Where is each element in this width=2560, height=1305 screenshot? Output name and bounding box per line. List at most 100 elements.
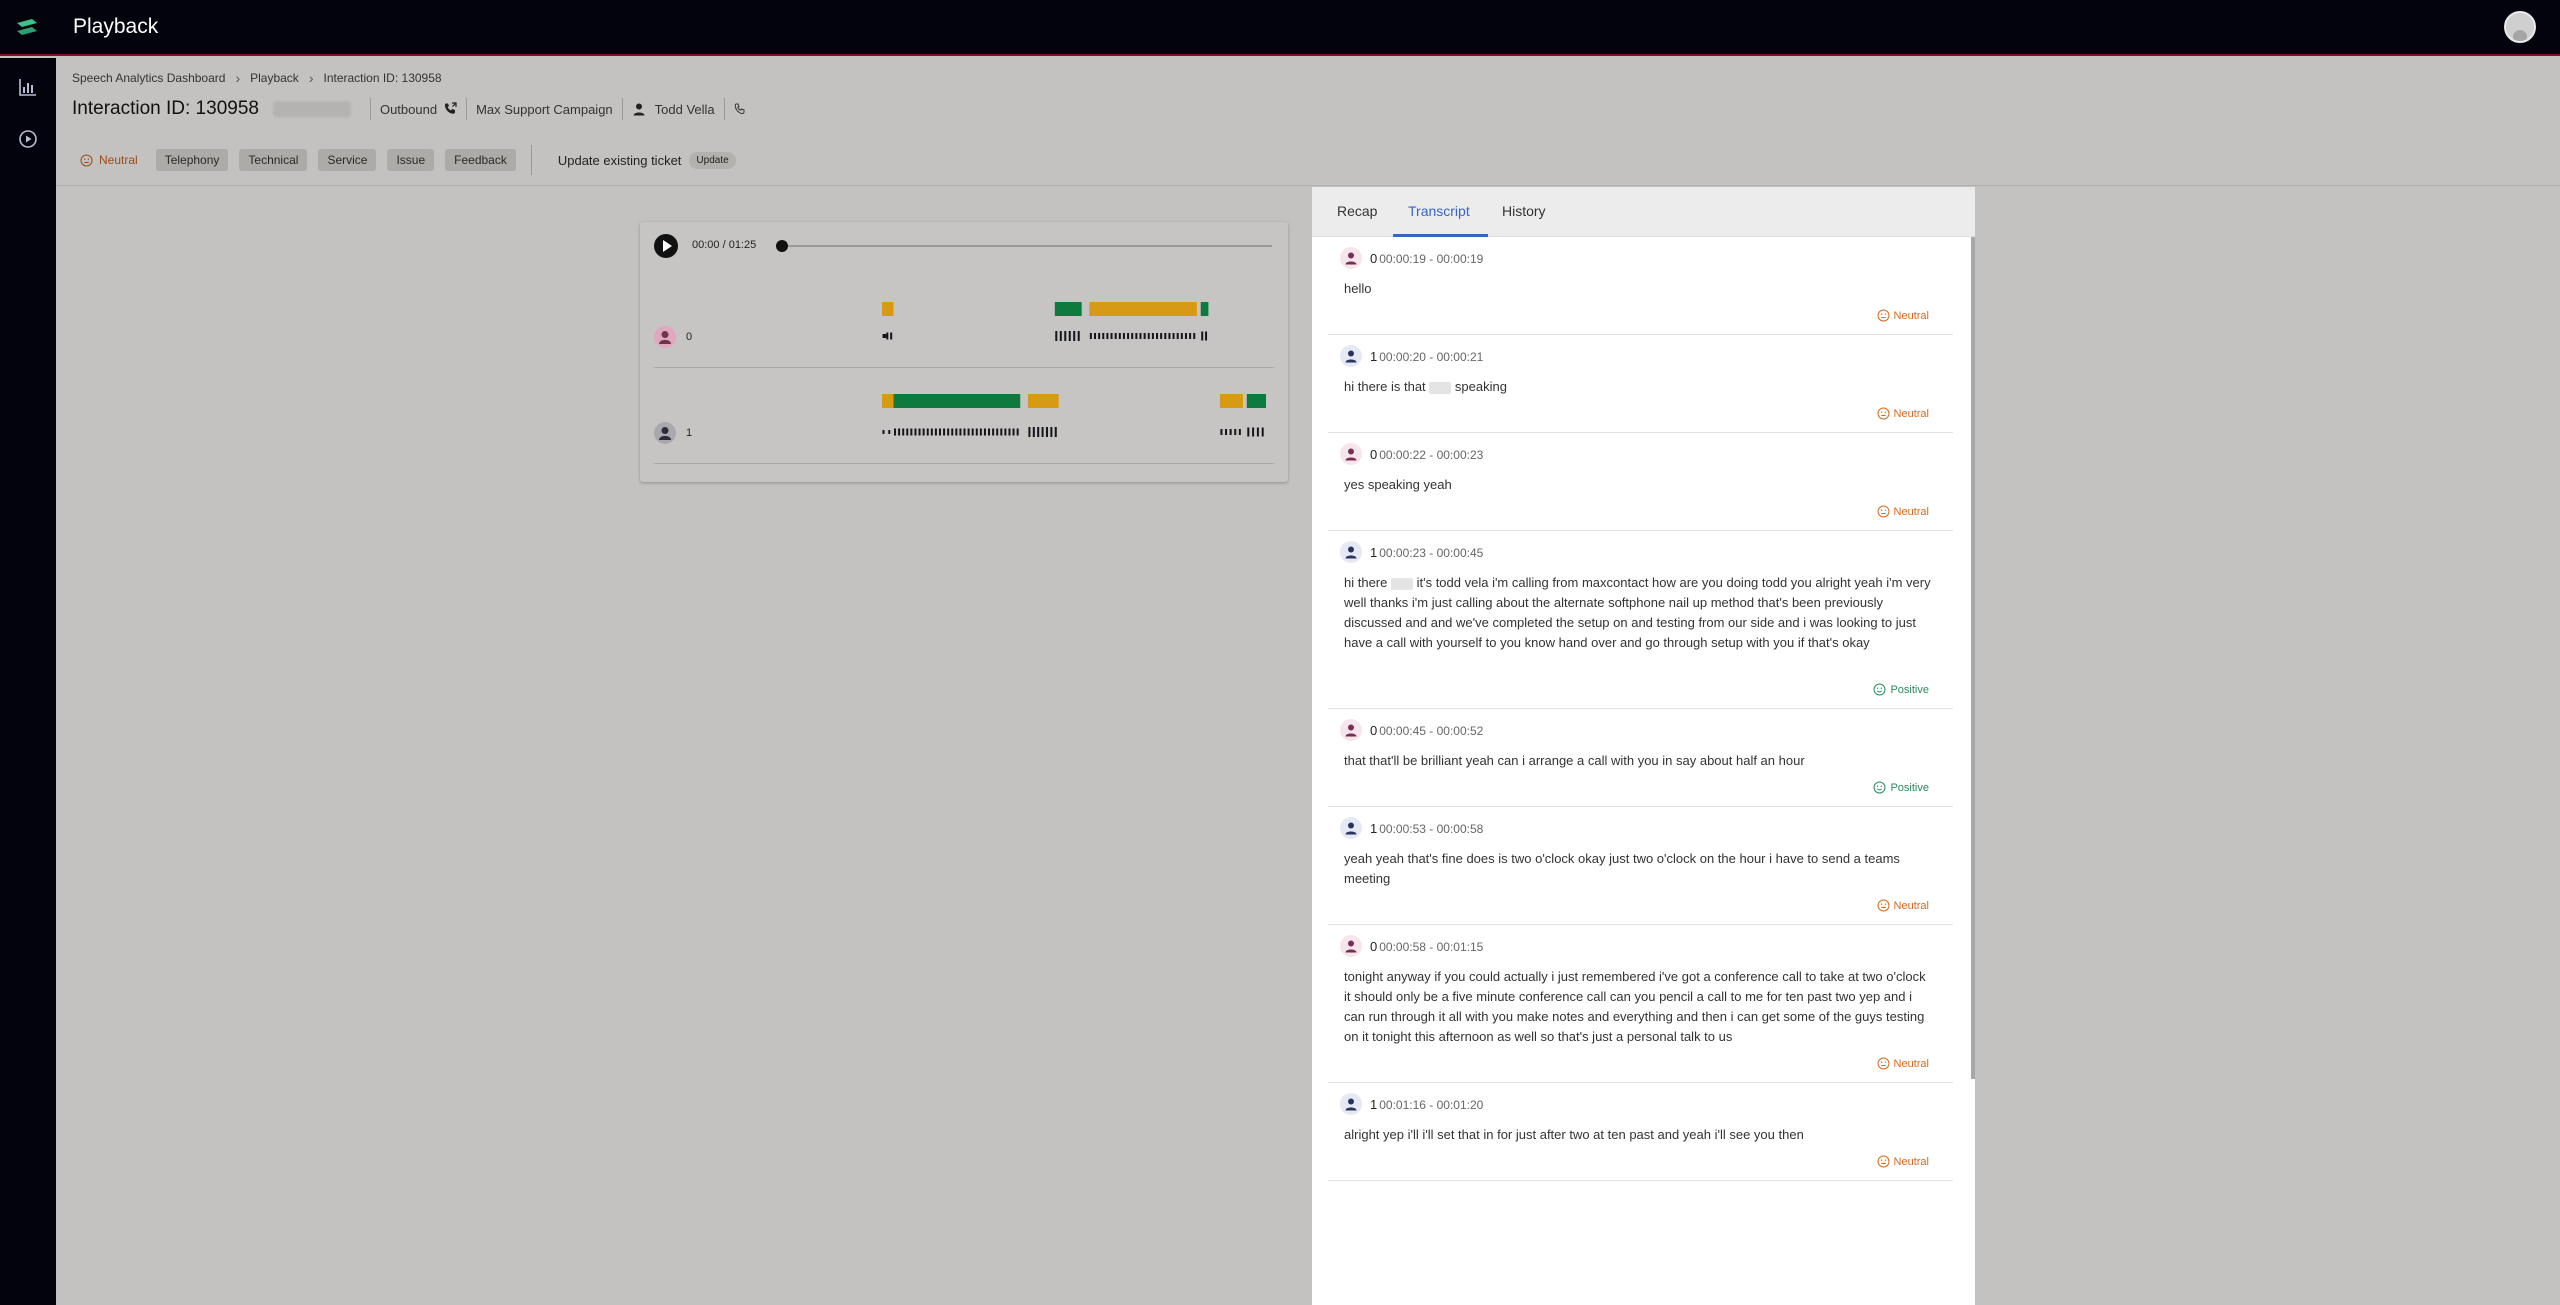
bar-chart-icon[interactable]	[17, 76, 39, 98]
waveform-tick	[1106, 333, 1109, 339]
entry-timestamp[interactable]: 00:00:53 - 00:00:58	[1379, 822, 1483, 836]
waveform-tick	[951, 428, 954, 436]
redacted-name	[1429, 381, 1452, 394]
waveform-tick	[1037, 427, 1040, 437]
neutral-face-icon	[1877, 505, 1890, 518]
tag-chip-service[interactable]: Service	[318, 149, 377, 171]
entry-timestamp[interactable]: 00:00:45 - 00:00:52	[1379, 724, 1483, 738]
waveform-tick	[1131, 333, 1134, 339]
sentiment-segment[interactable]	[1246, 394, 1266, 408]
entry-sentiment-label: Neutral	[1893, 309, 1929, 322]
waveform-tick	[1247, 427, 1250, 437]
entry-speaker: 1	[1370, 545, 1378, 560]
positive-face-icon	[1873, 781, 1886, 794]
waveform-tick	[1089, 333, 1092, 339]
transcript-entry[interactable]: 1 00:00:53 - 00:00:58 yeah yeah that's fin…	[1328, 807, 1953, 925]
waveform-tick	[1098, 333, 1101, 339]
transcript-entry[interactable]: 1 00:00:20 - 00:00:21 hi there is that spe…	[1328, 335, 1953, 433]
transcript-entry[interactable]: 0 00:00:58 - 00:01:15 tonight anyway if yo…	[1328, 925, 1953, 1083]
tag-chip-telephony[interactable]: Telephony	[155, 149, 229, 171]
entry-text: yeah yeah that's fine does is two o'cloc…	[1344, 851, 1900, 886]
transcript-entry[interactable]: 1 00:00:23 - 00:00:45 hi there it's todd v…	[1328, 531, 1953, 709]
tab-history[interactable]: History	[1502, 203, 1546, 219]
breadcrumb-dashboard[interactable]: Speech Analytics Dashboard	[72, 71, 225, 85]
waveform-tick	[1059, 331, 1062, 341]
waveform-tick	[1205, 331, 1208, 341]
seek-bar[interactable]	[776, 240, 1272, 252]
waveform-tick	[1164, 333, 1167, 339]
tab-transcript[interactable]: Transcript	[1408, 203, 1470, 219]
waveform-tick	[979, 428, 982, 436]
waveform-tick	[1055, 331, 1058, 341]
entry-timestamp[interactable]: 00:01:16 - 00:01:20	[1379, 1098, 1483, 1112]
waveform-tick	[1073, 331, 1076, 341]
waveform-tick	[888, 430, 891, 434]
waveform-tick	[1225, 429, 1228, 435]
entry-sentiment-label: Neutral	[1893, 1057, 1929, 1070]
speaker-avatar	[1340, 719, 1362, 741]
waveform-tick	[882, 430, 885, 434]
speaker-1-timeline[interactable]	[654, 380, 1274, 464]
transcript-entry[interactable]: 1 00:01:16 - 00:01:20 alright yep i'll i'l…	[1328, 1083, 1953, 1181]
transcript-entry[interactable]: 0 00:00:22 - 00:00:23 yes speaking yeah Neu…	[1328, 433, 1953, 531]
sentiment-segment[interactable]	[882, 394, 894, 408]
seek-handle[interactable]	[776, 240, 788, 252]
entry-header: 1 00:00:53 - 00:00:58	[1370, 821, 1483, 836]
update-ticket-label: Update existing ticket	[557, 152, 682, 168]
waveform-tick	[1118, 333, 1121, 339]
waveform-tick	[1193, 333, 1196, 339]
tab-recap[interactable]: Recap	[1337, 203, 1377, 219]
sentiment-segment[interactable]	[893, 394, 1021, 408]
waveform-tick	[1220, 429, 1223, 435]
entry-speaker: 0	[1370, 939, 1378, 954]
sentiment-segment[interactable]	[882, 302, 886, 316]
entry-timestamp[interactable]: 00:00:22 - 00:00:23	[1379, 448, 1483, 462]
entry-sentiment-label: Neutral	[1893, 505, 1929, 518]
play-button[interactable]	[654, 234, 678, 258]
entry-timestamp[interactable]: 00:00:58 - 00:01:15	[1379, 940, 1483, 954]
person-icon	[1345, 252, 1357, 265]
waveform-tick	[1016, 428, 1019, 436]
waveform-tick	[967, 428, 970, 436]
person-icon	[633, 103, 645, 116]
entry-speaker: 1	[1370, 349, 1378, 364]
sentiment-segment[interactable]	[1200, 302, 1209, 316]
waveform-tick	[1168, 333, 1171, 339]
tag-chip-issue[interactable]: Issue	[387, 149, 435, 171]
transcript-panel: Recap Transcript History 0 00:00:19 - 00:…	[1312, 187, 1975, 1305]
transcript-entry[interactable]: 0 00:00:45 - 00:00:52 that that'll be bril…	[1328, 709, 1953, 807]
sentiment-segment[interactable]	[885, 302, 894, 316]
tag-chip-technical[interactable]: Technical	[239, 149, 308, 171]
sentiment-segment[interactable]	[1027, 394, 1059, 408]
sentiment-segment[interactable]	[1219, 394, 1243, 408]
breadcrumb-interaction: Interaction ID: 130958	[323, 71, 442, 85]
waveform-tick	[1201, 331, 1204, 341]
breadcrumb-playback[interactable]: Playback	[250, 71, 299, 85]
play-circle-icon[interactable]	[17, 128, 39, 150]
sentiment-segment[interactable]	[1089, 302, 1197, 316]
entry-speaker: 1	[1370, 1097, 1378, 1112]
user-avatar[interactable]	[2504, 11, 2536, 43]
waveform-tick	[943, 428, 946, 436]
app-logo-icon[interactable]	[14, 14, 40, 40]
entry-sentiment-label: Positive	[1890, 683, 1929, 696]
tag-chip-feedback[interactable]: Feedback	[445, 149, 516, 171]
waveform-tick	[1139, 333, 1142, 339]
waveform-tick	[963, 428, 966, 436]
waveform-tick	[1261, 427, 1264, 437]
entry-timestamp[interactable]: 00:00:19 - 00:00:19	[1379, 252, 1483, 266]
speaker-0-timeline[interactable]	[654, 284, 1274, 368]
person-icon	[1345, 822, 1357, 835]
scrollbar[interactable]	[1971, 237, 1975, 1079]
update-ticket-button[interactable]: Update	[689, 151, 736, 169]
entry-sentiment-label: Neutral	[1893, 1155, 1929, 1168]
update-ticket: Update existing ticket Update	[557, 151, 736, 169]
entry-timestamp[interactable]: 00:00:23 - 00:00:45	[1379, 546, 1483, 560]
entry-header: 0 00:00:58 - 00:01:15	[1370, 939, 1483, 954]
entry-sentiment-label: Neutral	[1893, 899, 1929, 912]
transcript-entry[interactable]: 0 00:00:19 - 00:00:19 hello Neutral	[1328, 237, 1953, 335]
entry-timestamp[interactable]: 00:00:20 - 00:00:21	[1379, 350, 1483, 364]
entry-header: 1 00:00:20 - 00:00:21	[1370, 349, 1483, 364]
waveform-tick	[894, 428, 897, 436]
sentiment-segment[interactable]	[1054, 302, 1082, 316]
